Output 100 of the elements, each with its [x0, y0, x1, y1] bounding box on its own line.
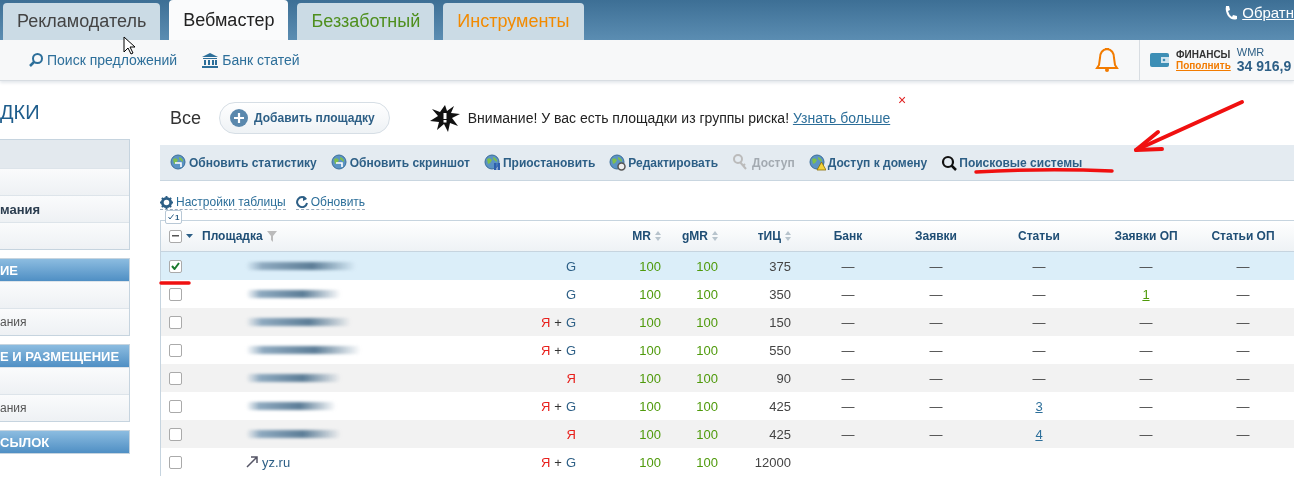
table-cell: —	[1236, 286, 1250, 302]
count-link[interactable]: 3	[1035, 398, 1043, 414]
table-cell: —	[929, 258, 943, 274]
table-cell: 100	[696, 342, 718, 358]
filter-icon[interactable]	[266, 230, 277, 242]
table-cell: —	[1032, 370, 1046, 386]
table-cell: —	[1032, 342, 1046, 358]
sidebar-heading: ДКИ	[0, 101, 40, 123]
table-cell: —	[1139, 426, 1153, 442]
phone-icon	[1224, 4, 1239, 21]
column-header[interactable]: MR	[632, 229, 661, 243]
row-checkbox[interactable]	[169, 343, 182, 357]
sidebar-item[interactable]: ания	[0, 394, 129, 421]
search-engine-label: +	[554, 314, 562, 330]
toolbar-button[interactable]: Обновить статистику	[170, 154, 317, 171]
toolbar-button[interactable]: Доступ к домену	[808, 154, 928, 171]
table-cell: —	[1032, 286, 1046, 302]
table-cell: 100	[639, 370, 661, 386]
sidebar-item[interactable]: ания	[0, 308, 129, 335]
table-cell: —	[1032, 314, 1046, 330]
sidebar-item[interactable]	[0, 367, 129, 394]
bell-icon[interactable]	[1095, 47, 1119, 73]
table-cell: 425	[769, 426, 791, 442]
minus-icon	[172, 235, 179, 237]
search-engine-label: G	[565, 342, 576, 358]
table-cell: 100	[639, 314, 661, 330]
toolbar-button[interactable]: Поисковые системы	[941, 154, 1083, 171]
warning-text: Внимание! У вас есть площадки из группы риска! Узнать больше	[467, 110, 891, 126]
table-cell: —	[1032, 258, 1046, 274]
toolbar-button[interactable]: Редактировать	[609, 154, 719, 171]
table-cell: —	[1236, 314, 1250, 330]
search-engine-label: +	[554, 342, 562, 358]
table-cell: —	[929, 398, 943, 414]
table-cell: —	[841, 286, 855, 302]
table-cell: —	[841, 342, 855, 358]
callback-link[interactable]: Обратн	[1242, 4, 1294, 21]
row-checkbox[interactable]	[169, 371, 182, 385]
table-cell: 100	[696, 398, 718, 414]
table-cell: 100	[639, 342, 661, 358]
count-link[interactable]: 1	[1142, 286, 1150, 302]
nav-link[interactable]: Поиск предложений	[28, 52, 178, 68]
filter-label: Все	[170, 107, 202, 129]
table-cell: —	[929, 286, 943, 302]
column-header[interactable]: Площадка	[202, 229, 277, 243]
table-cell: 100	[696, 426, 718, 442]
sidebar-item[interactable]: мания	[0, 195, 129, 222]
wallet-icon	[1150, 52, 1170, 68]
table-cell: —	[1236, 370, 1250, 386]
table-cell: —	[929, 342, 943, 358]
toolbar-button[interactable]: Приостановить	[484, 154, 596, 171]
nav-tab[interactable]: Рекламодатель	[3, 3, 161, 40]
table-cell: —	[1236, 398, 1250, 414]
search-engine-label: +	[554, 454, 562, 470]
table-cell: —	[841, 314, 855, 330]
add-site-button[interactable]: Добавить площадку	[219, 102, 390, 134]
table-cell: —	[1236, 342, 1250, 358]
sidebar-item[interactable]	[0, 168, 129, 195]
row-checkbox[interactable]	[169, 287, 182, 301]
sort-icon[interactable]	[712, 231, 718, 241]
refresh-icon	[295, 196, 308, 208]
select-all-checkbox[interactable]	[169, 229, 182, 243]
sidebar-item[interactable]	[0, 281, 129, 308]
count-link[interactable]: 4	[1035, 426, 1043, 442]
row-checkbox[interactable]	[169, 455, 182, 469]
sidebar-item[interactable]	[0, 222, 129, 249]
row-checkbox[interactable]	[169, 427, 182, 441]
table-cell: —	[1139, 342, 1153, 358]
table-cell: —	[1139, 258, 1153, 274]
search-engine-label: G	[565, 286, 576, 302]
sort-icon[interactable]	[785, 231, 791, 241]
caret-icon[interactable]	[186, 234, 193, 238]
row-checkbox[interactable]	[169, 259, 182, 273]
table-action-link[interactable]: Настройки таблицы	[160, 195, 286, 210]
nav-link[interactable]: Банк статей	[201, 52, 300, 68]
table-cell: 100	[639, 398, 661, 414]
table-cell: 350	[769, 286, 791, 302]
table-cell: —	[841, 258, 855, 274]
learn-more-link[interactable]: Узнать больше	[792, 110, 891, 126]
sort-icon[interactable]	[655, 231, 661, 241]
table-cell: —	[1139, 314, 1153, 330]
column-header[interactable]: Статьи	[1018, 229, 1060, 243]
row-checkbox[interactable]	[169, 315, 182, 329]
globe-icon	[808, 154, 826, 171]
nav-tab[interactable]: Вебмастер	[169, 0, 289, 40]
table-cell: 100	[696, 370, 718, 386]
table-cell: 90	[776, 370, 791, 386]
search-engine-label: Я	[566, 426, 576, 442]
search-engine-label: Я	[540, 398, 551, 414]
toolbar-button[interactable]: Обновить скриншот	[330, 154, 470, 171]
bank-icon	[201, 52, 220, 68]
search-icon	[941, 154, 958, 171]
column-header[interactable]: Банк	[833, 229, 863, 243]
table-cell: 100	[696, 454, 718, 470]
table-cell: —	[1139, 398, 1153, 414]
table-action-link[interactable]: Обновить	[295, 195, 366, 210]
table-cell: 100	[639, 454, 661, 470]
table-cell: —	[841, 426, 855, 442]
close-button[interactable]: ×	[898, 92, 907, 108]
row-checkbox[interactable]	[169, 399, 182, 413]
site-name[interactable]: yz.ru	[262, 454, 291, 470]
